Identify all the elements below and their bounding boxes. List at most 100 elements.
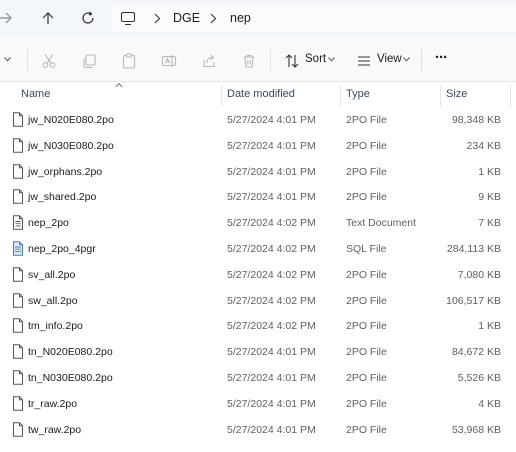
file-row[interactable]: jw_N020E080.2po 5/27/2024 4:01 PM 2PO File… bbox=[0, 107, 516, 133]
file-type: 2PO File bbox=[346, 114, 387, 126]
file-type: 2PO File bbox=[346, 268, 387, 281]
new-dropdown-chevron-icon[interactable] bbox=[4, 57, 11, 62]
file-name[interactable]: nep_2po_4pgr bbox=[28, 243, 96, 255]
file-date-modified: 5/27/2024 4:01 PM bbox=[227, 371, 316, 384]
file-row[interactable]: tm_info.2po 5/27/2024 4:02 PM 2PO File 1 KB bbox=[0, 313, 516, 339]
file-row[interactable]: nep_2po_4pgr 5/27/2024 4:02 PM SQL File 284… bbox=[0, 236, 516, 262]
generic-file-icon bbox=[13, 370, 23, 385]
forward-arrow-icon[interactable] bbox=[0, 8, 16, 28]
address-bar-row: DGE nep bbox=[0, 0, 516, 37]
this-pc-icon[interactable] bbox=[120, 11, 136, 26]
file-name[interactable]: sw_all.2po bbox=[28, 295, 78, 307]
column-divider[interactable] bbox=[221, 85, 222, 106]
file-name[interactable]: tr_raw.2po bbox=[28, 398, 77, 410]
breadcrumb-item-dge[interactable]: DGE bbox=[173, 11, 200, 25]
column-header-type[interactable]: Type bbox=[346, 88, 370, 100]
file-size: 53,968 KB bbox=[451, 423, 501, 436]
file-name[interactable]: tn_N020E080.2po bbox=[28, 346, 113, 358]
file-size: 98,348 KB bbox=[451, 114, 501, 126]
file-row[interactable]: jw_N030E080.2po 5/27/2024 4:01 PM 2PO File… bbox=[0, 133, 516, 159]
file-name[interactable]: jw_orphans.2po bbox=[28, 166, 102, 178]
column-divider[interactable] bbox=[510, 85, 511, 106]
file-name[interactable]: tn_N030E080.2po bbox=[28, 372, 113, 384]
copy-icon[interactable] bbox=[80, 52, 98, 69]
file-type: 2PO File bbox=[346, 191, 387, 204]
up-arrow-icon[interactable] bbox=[38, 8, 58, 28]
generic-file-icon bbox=[13, 421, 23, 437]
file-size: 84,672 KB bbox=[451, 346, 501, 359]
chevron-right-icon[interactable] bbox=[152, 13, 162, 24]
address-bar[interactable]: DGE nep bbox=[112, 5, 516, 32]
paste-icon[interactable] bbox=[120, 52, 138, 69]
file-name[interactable]: sv_all.2po bbox=[28, 269, 75, 281]
file-list: jw_N020E080.2po 5/27/2024 4:01 PM 2PO File… bbox=[0, 107, 516, 442]
file-row[interactable]: tn_N020E080.2po 5/27/2024 4:01 PM 2PO File… bbox=[0, 339, 516, 365]
sort-chevron-down-icon[interactable] bbox=[328, 57, 335, 62]
toolbar-divider bbox=[270, 49, 271, 71]
chevron-right-icon[interactable] bbox=[208, 13, 218, 24]
refresh-icon[interactable] bbox=[78, 8, 98, 28]
file-row[interactable]: tw_raw.2po 5/27/2024 4:01 PM 2PO File 53,96… bbox=[0, 417, 516, 443]
file-row[interactable]: tr_raw.2po 5/27/2024 4:01 PM 2PO File 4 KB bbox=[0, 391, 516, 417]
file-date-modified: 5/27/2024 4:02 PM bbox=[227, 217, 316, 230]
sort-ascending-caret-icon bbox=[115, 82, 123, 88]
toolbar-divider bbox=[421, 49, 422, 71]
column-header-date[interactable]: Date modified bbox=[227, 88, 295, 100]
column-divider[interactable] bbox=[440, 85, 441, 106]
file-size: 5,526 KB bbox=[457, 371, 501, 384]
sort-button[interactable]: Sort bbox=[305, 53, 326, 65]
file-type: 2PO File bbox=[346, 165, 387, 178]
file-name[interactable]: jw_N020E080.2po bbox=[28, 114, 114, 126]
file-name[interactable]: tw_raw.2po bbox=[28, 424, 81, 436]
text-document-icon bbox=[13, 215, 23, 230]
column-header-size[interactable]: Size bbox=[446, 88, 467, 100]
file-name[interactable]: jw_N030E080.2po bbox=[28, 140, 114, 152]
file-type: 2PO File bbox=[346, 371, 387, 384]
file-date-modified: 5/27/2024 4:01 PM bbox=[227, 114, 316, 126]
share-icon[interactable] bbox=[200, 52, 218, 69]
delete-icon[interactable] bbox=[240, 52, 258, 69]
file-row[interactable]: sw_all.2po 5/27/2024 4:02 PM 2PO File 106,5… bbox=[0, 288, 516, 314]
file-date-modified: 5/27/2024 4:01 PM bbox=[227, 165, 316, 178]
file-type: 2PO File bbox=[346, 423, 387, 436]
file-size: 284,113 KB bbox=[446, 242, 501, 255]
file-size: 9 KB bbox=[478, 191, 501, 204]
generic-file-icon bbox=[13, 138, 23, 153]
file-name[interactable]: jw_shared.2po bbox=[28, 191, 96, 203]
file-date-modified: 5/27/2024 4:01 PM bbox=[227, 397, 316, 410]
column-header-name[interactable]: Name bbox=[21, 88, 50, 100]
file-size: 7 KB bbox=[478, 217, 501, 230]
file-name[interactable]: nep_2po bbox=[28, 217, 69, 229]
file-date-modified: 5/27/2024 4:02 PM bbox=[227, 268, 316, 281]
cut-icon[interactable] bbox=[40, 52, 58, 69]
generic-file-icon bbox=[13, 396, 23, 411]
generic-file-icon bbox=[13, 344, 23, 359]
file-name[interactable]: tm_info.2po bbox=[28, 320, 83, 332]
breadcrumb-item-nep[interactable]: nep bbox=[230, 11, 251, 25]
view-chevron-down-icon[interactable] bbox=[403, 57, 410, 62]
file-row[interactable]: nep_2po 5/27/2024 4:02 PM Text Document 7 K… bbox=[0, 210, 516, 236]
file-date-modified: 5/27/2024 4:02 PM bbox=[227, 320, 316, 333]
rename-icon[interactable] bbox=[160, 52, 178, 69]
file-date-modified: 5/27/2024 4:02 PM bbox=[227, 242, 316, 255]
file-date-modified: 5/27/2024 4:01 PM bbox=[227, 191, 316, 204]
generic-file-icon bbox=[13, 267, 23, 282]
file-date-modified: 5/27/2024 4:01 PM bbox=[227, 346, 316, 359]
file-row[interactable]: tn_N030E080.2po 5/27/2024 4:01 PM 2PO File… bbox=[0, 365, 516, 391]
toolbar-divider bbox=[27, 49, 28, 71]
file-date-modified: 5/27/2024 4:01 PM bbox=[227, 423, 316, 436]
file-row[interactable]: sv_all.2po 5/27/2024 4:02 PM 2PO File 7,080… bbox=[0, 262, 516, 288]
column-divider[interactable] bbox=[340, 85, 341, 106]
view-icon[interactable] bbox=[355, 52, 373, 69]
file-size: 106,517 KB bbox=[446, 294, 501, 307]
view-button[interactable]: View bbox=[377, 53, 402, 65]
file-size: 1 KB bbox=[478, 320, 501, 333]
file-row[interactable]: jw_shared.2po 5/27/2024 4:01 PM 2PO File 9 … bbox=[0, 184, 516, 210]
sort-icon[interactable] bbox=[283, 52, 301, 69]
command-bar: Sort View ··· bbox=[0, 38, 516, 82]
file-row[interactable]: jw_orphans.2po 5/27/2024 4:01 PM 2PO File 1… bbox=[0, 159, 516, 185]
more-options-button[interactable]: ··· bbox=[435, 49, 448, 66]
file-type: 2PO File bbox=[346, 139, 387, 152]
file-size: 7,080 KB bbox=[457, 268, 501, 281]
file-date-modified: 5/27/2024 4:02 PM bbox=[227, 294, 316, 307]
